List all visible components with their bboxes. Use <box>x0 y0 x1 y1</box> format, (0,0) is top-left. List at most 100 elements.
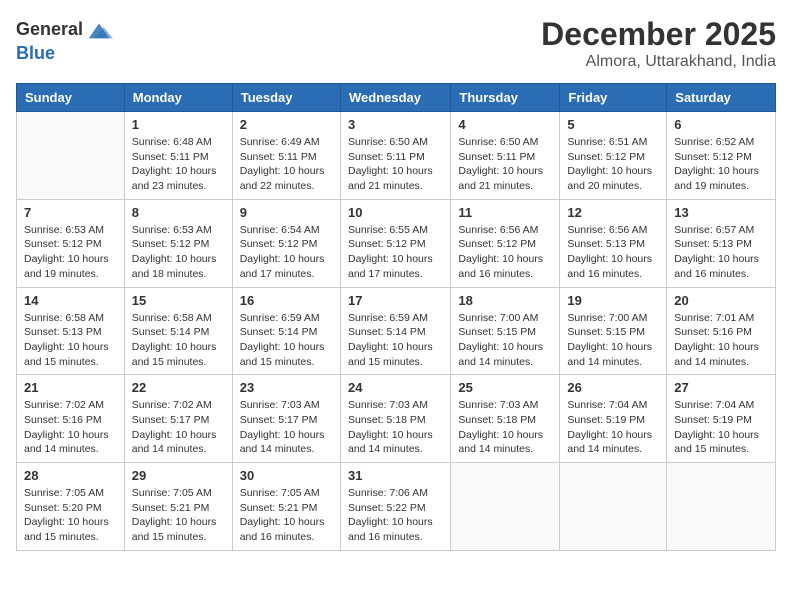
cell-info: Sunrise: 6:57 AMSunset: 5:13 PMDaylight:… <box>674 223 768 282</box>
cell-info: Sunrise: 6:50 AMSunset: 5:11 PMDaylight:… <box>458 135 552 194</box>
calendar-cell: 10 Sunrise: 6:55 AMSunset: 5:12 PMDayligh… <box>340 199 450 287</box>
cell-info: Sunrise: 6:59 AMSunset: 5:14 PMDaylight:… <box>348 311 443 370</box>
day-number: 15 <box>132 293 225 308</box>
week-row-4: 21 Sunrise: 7:02 AMSunset: 5:16 PMDayligh… <box>17 375 776 463</box>
cell-info: Sunrise: 7:03 AMSunset: 5:18 PMDaylight:… <box>348 398 443 457</box>
calendar-cell: 24 Sunrise: 7:03 AMSunset: 5:18 PMDayligh… <box>340 375 450 463</box>
calendar-cell: 1 Sunrise: 6:48 AMSunset: 5:11 PMDaylight… <box>124 112 232 200</box>
cell-info: Sunrise: 6:50 AMSunset: 5:11 PMDaylight:… <box>348 135 443 194</box>
calendar-cell: 17 Sunrise: 6:59 AMSunset: 5:14 PMDayligh… <box>340 287 450 375</box>
calendar-cell: 7 Sunrise: 6:53 AMSunset: 5:12 PMDaylight… <box>17 199 125 287</box>
cell-info: Sunrise: 6:55 AMSunset: 5:12 PMDaylight:… <box>348 223 443 282</box>
calendar-cell: 30Sunrise: 7:05 AMSunset: 5:21 PMDayligh… <box>232 463 340 551</box>
calendar-cell: 27 Sunrise: 7:04 AMSunset: 5:19 PMDayligh… <box>667 375 776 463</box>
month-title: December 2025 <box>541 16 776 53</box>
cell-info: Sunrise: 6:56 AMSunset: 5:12 PMDaylight:… <box>458 223 552 282</box>
day-number: 29 <box>132 468 225 483</box>
day-number: 12 <box>567 205 659 220</box>
calendar-cell: 2 Sunrise: 6:49 AMSunset: 5:11 PMDaylight… <box>232 112 340 200</box>
cell-info: Sunrise: 7:04 AMSunset: 5:19 PMDaylight:… <box>674 398 768 457</box>
cell-info: Sunrise: 6:48 AMSunset: 5:11 PMDaylight:… <box>132 135 225 194</box>
day-number: 18 <box>458 293 552 308</box>
calendar-header-row: SundayMondayTuesdayWednesdayThursdayFrid… <box>17 84 776 112</box>
day-number: 28 <box>24 468 117 483</box>
calendar-cell: 18Sunrise: 7:00 AMSunset: 5:15 PMDayligh… <box>451 287 560 375</box>
cell-info: Sunrise: 7:02 AMSunset: 5:16 PMDaylight:… <box>24 398 117 457</box>
cell-info: Sunrise: 7:03 AMSunset: 5:18 PMDaylight:… <box>458 398 552 457</box>
header-tuesday: Tuesday <box>232 84 340 112</box>
week-row-3: 14 Sunrise: 6:58 AMSunset: 5:13 PMDayligh… <box>17 287 776 375</box>
calendar-cell: 8Sunrise: 6:53 AMSunset: 5:12 PMDaylight… <box>124 199 232 287</box>
logo-general-text: General <box>16 20 83 40</box>
day-number: 20 <box>674 293 768 308</box>
calendar-cell: 5 Sunrise: 6:51 AMSunset: 5:12 PMDaylight… <box>560 112 667 200</box>
cell-info: Sunrise: 6:51 AMSunset: 5:12 PMDaylight:… <box>567 135 659 194</box>
cell-info: Sunrise: 6:59 AMSunset: 5:14 PMDaylight:… <box>240 311 333 370</box>
calendar-cell: 6 Sunrise: 6:52 AMSunset: 5:12 PMDaylight… <box>667 112 776 200</box>
day-number: 11 <box>458 205 552 220</box>
day-number: 25 <box>458 380 552 395</box>
day-number: 2 <box>240 117 333 132</box>
calendar-cell: 26 Sunrise: 7:04 AMSunset: 5:19 PMDayligh… <box>560 375 667 463</box>
header-thursday: Thursday <box>451 84 560 112</box>
cell-info: Sunrise: 6:54 AMSunset: 5:12 PMDaylight:… <box>240 223 333 282</box>
week-row-5: 28 Sunrise: 7:05 AMSunset: 5:20 PMDayligh… <box>17 463 776 551</box>
location-text: Almora, Uttarakhand, India <box>541 53 776 71</box>
cell-info: Sunrise: 7:00 AMSunset: 5:15 PMDaylight:… <box>567 311 659 370</box>
day-number: 21 <box>24 380 117 395</box>
calendar-cell: 31 Sunrise: 7:06 AMSunset: 5:22 PMDayligh… <box>340 463 450 551</box>
week-row-1: 1 Sunrise: 6:48 AMSunset: 5:11 PMDaylight… <box>17 112 776 200</box>
calendar-cell: 4Sunrise: 6:50 AMSunset: 5:11 PMDaylight… <box>451 112 560 200</box>
calendar-cell: 25 Sunrise: 7:03 AMSunset: 5:18 PMDayligh… <box>451 375 560 463</box>
calendar-cell <box>17 112 125 200</box>
cell-info: Sunrise: 6:49 AMSunset: 5:11 PMDaylight:… <box>240 135 333 194</box>
calendar-cell: 9 Sunrise: 6:54 AMSunset: 5:12 PMDaylight… <box>232 199 340 287</box>
day-number: 31 <box>348 468 443 483</box>
cell-info: Sunrise: 7:06 AMSunset: 5:22 PMDaylight:… <box>348 486 443 545</box>
cell-info: Sunrise: 7:05 AMSunset: 5:20 PMDaylight:… <box>24 486 117 545</box>
calendar-cell: 11 Sunrise: 6:56 AMSunset: 5:12 PMDayligh… <box>451 199 560 287</box>
day-number: 30 <box>240 468 333 483</box>
day-number: 22 <box>132 380 225 395</box>
cell-info: Sunrise: 7:01 AMSunset: 5:16 PMDaylight:… <box>674 311 768 370</box>
cell-info: Sunrise: 6:53 AMSunset: 5:12 PMDaylight:… <box>24 223 117 282</box>
day-number: 7 <box>24 205 117 220</box>
day-number: 1 <box>132 117 225 132</box>
cell-info: Sunrise: 7:05 AMSunset: 5:21 PMDaylight:… <box>132 486 225 545</box>
header-saturday: Saturday <box>667 84 776 112</box>
header-sunday: Sunday <box>17 84 125 112</box>
calendar-cell: 21 Sunrise: 7:02 AMSunset: 5:16 PMDayligh… <box>17 375 125 463</box>
calendar-cell: 15Sunrise: 6:58 AMSunset: 5:14 PMDayligh… <box>124 287 232 375</box>
calendar-cell: 16Sunrise: 6:59 AMSunset: 5:14 PMDayligh… <box>232 287 340 375</box>
calendar-cell: 3 Sunrise: 6:50 AMSunset: 5:11 PMDaylight… <box>340 112 450 200</box>
logo: General Blue <box>16 16 113 64</box>
day-number: 6 <box>674 117 768 132</box>
cell-info: Sunrise: 7:04 AMSunset: 5:19 PMDaylight:… <box>567 398 659 457</box>
day-number: 3 <box>348 117 443 132</box>
cell-info: Sunrise: 7:03 AMSunset: 5:17 PMDaylight:… <box>240 398 333 457</box>
day-number: 10 <box>348 205 443 220</box>
logo-blue-text: Blue <box>16 44 113 64</box>
header-wednesday: Wednesday <box>340 84 450 112</box>
day-number: 26 <box>567 380 659 395</box>
cell-info: Sunrise: 6:53 AMSunset: 5:12 PMDaylight:… <box>132 223 225 282</box>
day-number: 14 <box>24 293 117 308</box>
calendar-cell: 29 Sunrise: 7:05 AMSunset: 5:21 PMDayligh… <box>124 463 232 551</box>
day-number: 17 <box>348 293 443 308</box>
day-number: 5 <box>567 117 659 132</box>
cell-info: Sunrise: 6:52 AMSunset: 5:12 PMDaylight:… <box>674 135 768 194</box>
day-number: 9 <box>240 205 333 220</box>
cell-info: Sunrise: 7:02 AMSunset: 5:17 PMDaylight:… <box>132 398 225 457</box>
calendar-cell: 22 Sunrise: 7:02 AMSunset: 5:17 PMDayligh… <box>124 375 232 463</box>
day-number: 19 <box>567 293 659 308</box>
calendar-cell: 14 Sunrise: 6:58 AMSunset: 5:13 PMDayligh… <box>17 287 125 375</box>
day-number: 24 <box>348 380 443 395</box>
calendar-cell: 23 Sunrise: 7:03 AMSunset: 5:17 PMDayligh… <box>232 375 340 463</box>
calendar-cell <box>560 463 667 551</box>
day-number: 27 <box>674 380 768 395</box>
calendar-cell: 20 Sunrise: 7:01 AMSunset: 5:16 PMDayligh… <box>667 287 776 375</box>
cell-info: Sunrise: 6:56 AMSunset: 5:13 PMDaylight:… <box>567 223 659 282</box>
cell-info: Sunrise: 6:58 AMSunset: 5:13 PMDaylight:… <box>24 311 117 370</box>
day-number: 23 <box>240 380 333 395</box>
day-number: 13 <box>674 205 768 220</box>
